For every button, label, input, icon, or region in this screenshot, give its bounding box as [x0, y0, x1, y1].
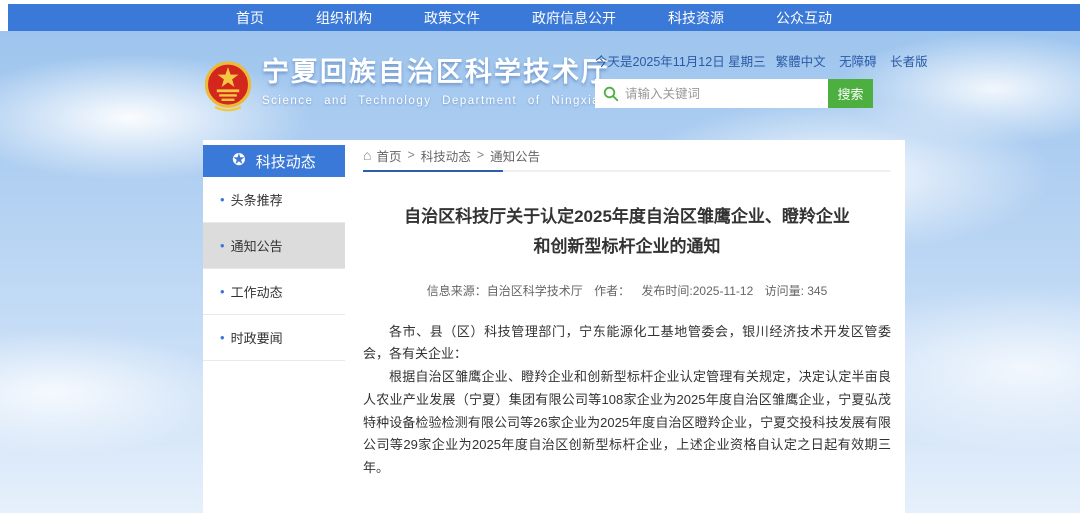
link-accessibility[interactable]: 无障碍 — [839, 55, 877, 69]
today-date: 今天是2025年11月12日 星期三 — [595, 51, 766, 70]
article-title-line2: 和创新型标杆企业的通知 — [363, 232, 891, 262]
link-traditional-chinese[interactable]: 繁體中文 — [776, 55, 826, 69]
home-icon: ⌂ — [363, 147, 371, 163]
sidebar-item-label: 头条推荐 — [231, 190, 283, 209]
breadcrumb-separator: > — [477, 148, 484, 162]
search-button[interactable]: 搜索 — [828, 79, 873, 108]
sidebar-item-work-trends[interactable]: • 工作动态 — [203, 269, 345, 315]
circled-star-icon: ✪ — [232, 153, 245, 169]
meta-publish: 发布时间:2025-11-12 — [641, 284, 753, 298]
utility-links: 繁體中文 无障碍 长者版 — [766, 51, 928, 70]
article-body: 各市、县（区）科技管理部门，宁东能源化工基地管委会，银川经济技术开发区管委会，各… — [363, 321, 891, 480]
breadcrumb-section[interactable]: 科技动态 — [421, 146, 471, 165]
nav-item-resources[interactable]: 科技资源 — [668, 8, 724, 28]
sidebar-item-notices[interactable]: • 通知公告 — [203, 223, 345, 269]
article-title: 自治区科技厅关于认定2025年度自治区雏鹰企业、瞪羚企业 和创新型标杆企业的通知 — [363, 202, 891, 262]
article-paragraph: 各市、县（区）科技管理部门，宁东能源化工基地管委会，银川经济技术开发区管委会，各… — [363, 321, 891, 367]
article-meta: 信息来源：自治区科学技术厅 作者： 发布时间:2025-11-12 访问量: 3… — [363, 282, 891, 299]
sidebar-item-label: 工作动态 — [231, 282, 283, 301]
content-wrapper: ✪ 科技动态 • 头条推荐 • 通知公告 • 工作动态 • 时政要闻 — [203, 140, 905, 513]
meta-views: 访问量: 345 — [765, 284, 828, 298]
breadcrumb: ⌂ 首页 > 科技动态 > 通知公告 — [363, 140, 891, 170]
link-elder-version[interactable]: 长者版 — [890, 55, 928, 69]
sidebar-header: ✪ 科技动态 — [203, 145, 345, 177]
site-subtitle: Science and Technology Department of Nin… — [262, 95, 610, 107]
breadcrumb-separator: > — [407, 148, 414, 162]
bullet-icon: • — [220, 284, 225, 299]
sidebar-item-headlines[interactable]: • 头条推荐 — [203, 177, 345, 223]
site-brand[interactable]: 宁夏回族自治区科学技术厅 Science and Technology Depa… — [204, 57, 610, 117]
nav-item-policy[interactable]: 政策文件 — [424, 8, 480, 28]
bullet-icon: • — [220, 330, 225, 345]
article-paragraph: 根据自治区雏鹰企业、瞪羚企业和创新型标杆企业认定管理有关规定，决定认定半亩良人农… — [363, 366, 891, 480]
breadcrumb-divider — [363, 170, 891, 172]
sidebar: ✪ 科技动态 • 头条推荐 • 通知公告 • 工作动态 • 时政要闻 — [203, 145, 345, 361]
header-right: 今天是2025年11月12日 星期三 繁體中文 无障碍 长者版 搜索 — [595, 51, 873, 108]
search-box — [595, 79, 828, 108]
top-navigation: 首页 组织机构 政策文件 政府信息公开 科技资源 公众互动 — [8, 4, 1080, 31]
meta-author: 作者： — [594, 284, 630, 298]
brand-text: 宁夏回族自治区科学技术厅 Science and Technology Depa… — [262, 57, 610, 107]
search-bar: 搜索 — [595, 79, 873, 108]
nav-item-gov-info[interactable]: 政府信息公开 — [532, 8, 616, 28]
breadcrumb-current[interactable]: 通知公告 — [490, 146, 540, 165]
breadcrumb-home[interactable]: 首页 — [376, 146, 401, 165]
sidebar-title: 科技动态 — [256, 151, 316, 172]
sidebar-item-label: 时政要闻 — [231, 328, 283, 347]
national-emblem-logo — [204, 57, 252, 117]
sidebar-item-label: 通知公告 — [231, 236, 283, 255]
main-content: ⌂ 首页 > 科技动态 > 通知公告 自治区科技厅关于认定2025年度自治区雏鹰… — [363, 140, 891, 513]
sidebar-menu: • 头条推荐 • 通知公告 • 工作动态 • 时政要闻 — [203, 177, 345, 361]
nav-item-interaction[interactable]: 公众互动 — [776, 8, 832, 28]
nav-item-home[interactable]: 首页 — [236, 8, 264, 28]
site-title: 宁夏回族自治区科学技术厅 — [262, 57, 610, 88]
bullet-icon: • — [220, 238, 225, 253]
article-title-line1: 自治区科技厅关于认定2025年度自治区雏鹰企业、瞪羚企业 — [363, 202, 891, 232]
search-input[interactable] — [625, 87, 820, 101]
sidebar-item-current-politics[interactable]: • 时政要闻 — [203, 315, 345, 361]
nav-item-org[interactable]: 组织机构 — [316, 8, 372, 28]
search-icon — [603, 86, 619, 102]
meta-source: 信息来源：自治区科学技术厅 — [427, 284, 583, 298]
page: 首页 组织机构 政策文件 政府信息公开 科技资源 公众互动 宁夏回族自治区科学技… — [0, 0, 1080, 513]
bullet-icon: • — [220, 192, 225, 207]
